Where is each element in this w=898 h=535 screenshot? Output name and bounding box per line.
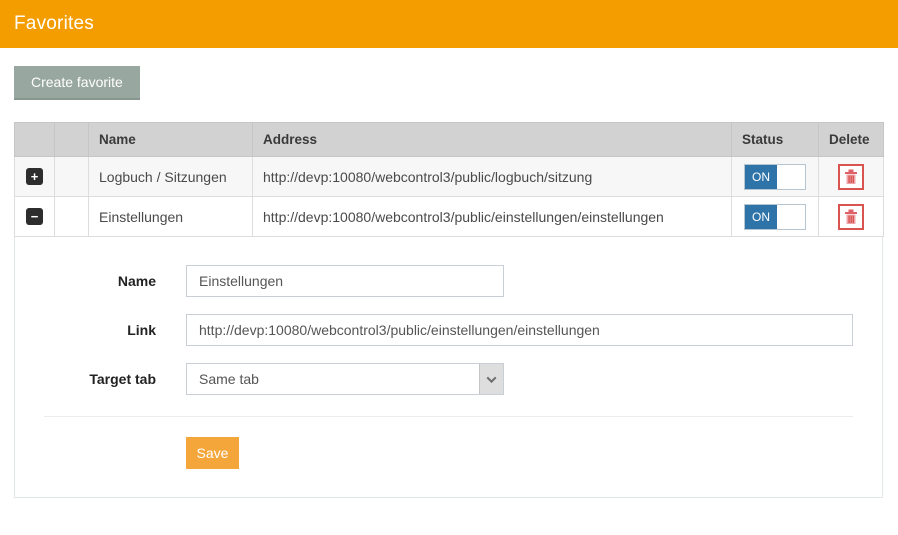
chevron-down-icon xyxy=(479,364,503,394)
toggle-off-half xyxy=(777,205,805,229)
favorite-name: Einstellungen xyxy=(89,197,253,237)
favorite-address: http://devp:10080/webcontrol3/public/log… xyxy=(253,157,732,197)
status-toggle[interactable]: ON xyxy=(744,164,806,190)
delete-button[interactable] xyxy=(838,164,864,190)
save-button[interactable]: Save xyxy=(186,437,239,469)
column-header-delete: Delete xyxy=(819,123,884,157)
page-title: Favorites xyxy=(14,13,94,35)
name-field[interactable] xyxy=(186,265,504,297)
column-header-name: Name xyxy=(89,123,253,157)
toggle-on-label: ON xyxy=(745,165,777,189)
delete-button[interactable] xyxy=(838,204,864,230)
drag-cell xyxy=(55,197,89,237)
favorite-address: http://devp:10080/webcontrol3/public/ein… xyxy=(253,197,732,237)
column-header-address: Address xyxy=(253,123,732,157)
table-header-row: Name Address Status Delete xyxy=(15,123,884,157)
collapse-minus-icon[interactable]: − xyxy=(26,208,43,225)
expand-plus-icon[interactable]: + xyxy=(26,168,43,185)
column-header-drag xyxy=(55,123,89,157)
toggle-on-label: ON xyxy=(745,205,777,229)
trash-icon xyxy=(844,209,858,225)
toolbar: Create favorite xyxy=(14,66,898,100)
column-header-status: Status xyxy=(732,123,819,157)
target-tab-selected-value: Same tab xyxy=(187,371,479,387)
target-tab-select[interactable]: Same tab xyxy=(186,363,504,395)
favorites-table: Name Address Status Delete + Logbuch / S… xyxy=(14,122,883,237)
target-tab-label: Target tab xyxy=(44,371,156,387)
table-row: − Einstellungen http://devp:10080/webcon… xyxy=(15,197,884,237)
favorite-name: Logbuch / Sitzungen xyxy=(89,157,253,197)
link-field[interactable] xyxy=(186,314,853,346)
drag-cell xyxy=(55,157,89,197)
status-toggle[interactable]: ON xyxy=(744,204,806,230)
column-header-expand xyxy=(15,123,55,157)
create-favorite-button[interactable]: Create favorite xyxy=(14,66,140,100)
page-header: Favorites xyxy=(0,0,898,48)
table-row: + Logbuch / Sitzungen http://devp:10080/… xyxy=(15,157,884,197)
name-field-label: Name xyxy=(44,273,156,289)
toggle-off-half xyxy=(777,165,805,189)
favorite-edit-panel: Name Link Target tab Same tab Save xyxy=(14,237,883,498)
link-field-label: Link xyxy=(44,322,156,338)
trash-icon xyxy=(844,169,858,185)
form-divider xyxy=(44,416,853,417)
